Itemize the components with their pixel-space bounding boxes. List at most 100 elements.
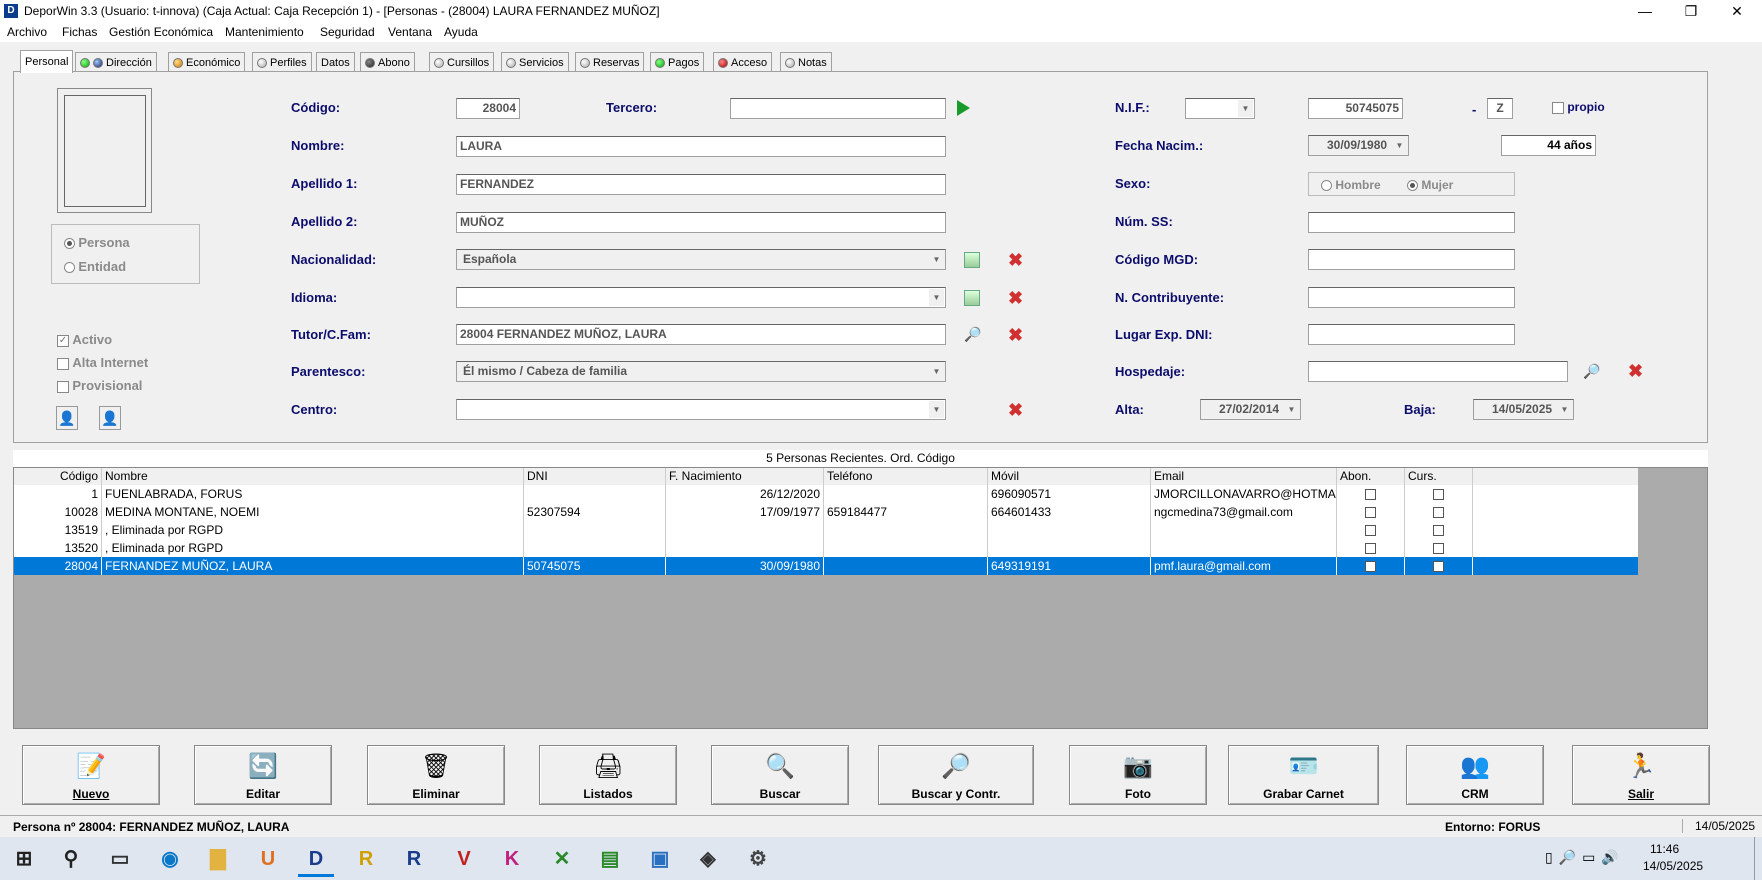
buscar-contr-button[interactable]: 🔎 Buscar y Contr. bbox=[878, 745, 1034, 805]
contribuyente-field[interactable] bbox=[1308, 287, 1515, 308]
hospedaje-field[interactable] bbox=[1308, 361, 1568, 382]
activo-checkbox[interactable]: ✓ bbox=[57, 334, 69, 347]
nombre-field[interactable]: LAURA bbox=[456, 136, 946, 157]
tab-reservas[interactable]: Reservas bbox=[575, 52, 645, 72]
table-row[interactable]: 10028 MEDINA MONTANE, NOEMI 52307594 17/09/… bbox=[14, 503, 1638, 521]
tutor-field[interactable]: 28004 FERNANDEZ MUÑOZ, LAURA bbox=[456, 324, 946, 345]
tab-acceso[interactable]: Acceso bbox=[713, 52, 773, 72]
edge-icon[interactable]: ◉ bbox=[152, 841, 188, 877]
grabar-carnet-button[interactable]: 🪪 Grabar Carnet bbox=[1228, 745, 1379, 805]
table-row[interactable]: 28004 FERNANDEZ MUÑOZ, LAURA 50745075 30/09… bbox=[14, 557, 1638, 575]
table-row[interactable]: 13519, Eliminada por RGPD bbox=[14, 521, 1638, 539]
tab-economico[interactable]: Económico bbox=[168, 52, 246, 72]
v-app-icon[interactable]: V bbox=[446, 841, 482, 877]
menu-gestion-economica[interactable]: Gestión Económica bbox=[109, 25, 213, 39]
menu-archivo[interactable]: Archivo bbox=[7, 25, 47, 39]
column-header[interactable]: Móvil bbox=[988, 468, 1151, 485]
person-icon-button[interactable]: 👤 bbox=[56, 406, 78, 430]
tab-perfiles[interactable]: Perfiles bbox=[252, 52, 312, 72]
baja-date-picker[interactable]: 14/05/2025 ▼ bbox=[1473, 399, 1574, 420]
tab-datos[interactable]: Datos bbox=[316, 52, 355, 72]
numss-field[interactable] bbox=[1308, 212, 1515, 233]
persona-option[interactable]: Persona bbox=[64, 235, 130, 250]
table-row[interactable]: 1 FUENLABRADA, FORUS 26/12/2020 696090571 JM… bbox=[14, 485, 1638, 503]
curs-checkbox[interactable] bbox=[1433, 543, 1444, 555]
nif-field[interactable]: 50745075 bbox=[1308, 98, 1403, 119]
curs-checkbox[interactable] bbox=[1433, 507, 1444, 519]
column-header[interactable]: Teléfono bbox=[824, 468, 988, 485]
close-button[interactable]: ✕ bbox=[1714, 0, 1760, 22]
search-icon[interactable]: ⚲ bbox=[53, 841, 89, 877]
column-header[interactable]: Código bbox=[14, 468, 102, 485]
column-header[interactable]: Nombre bbox=[102, 468, 524, 485]
entidad-radio[interactable] bbox=[64, 262, 75, 274]
search-icon[interactable]: 🔎 bbox=[1583, 363, 1600, 379]
k-app-icon[interactable]: K bbox=[494, 841, 530, 877]
crm-button[interactable]: 👥 CRM bbox=[1406, 745, 1544, 805]
photo-frame[interactable] bbox=[57, 88, 152, 213]
abon-checkbox[interactable] bbox=[1365, 489, 1376, 501]
clear-tutor-icon[interactable]: ✖ bbox=[1008, 326, 1023, 344]
eliminar-button[interactable]: 🗑 Eliminar bbox=[367, 745, 505, 805]
provisional-option[interactable]: Provisional bbox=[57, 378, 142, 393]
terminal-icon[interactable]: ▭ bbox=[102, 841, 138, 877]
clear-hospedaje-icon[interactable]: ✖ bbox=[1628, 362, 1643, 380]
curs-checkbox[interactable] bbox=[1433, 525, 1444, 537]
tools-app-icon[interactable]: ✕ bbox=[544, 841, 580, 877]
alta-internet-checkbox[interactable] bbox=[57, 357, 69, 370]
tab-direccion[interactable]: Dirección bbox=[75, 52, 157, 72]
file-explorer-icon[interactable]: ▇ bbox=[200, 841, 236, 877]
abon-checkbox[interactable] bbox=[1365, 543, 1376, 555]
tab-pagos[interactable]: Pagos bbox=[650, 52, 705, 72]
lugar-exp-field[interactable] bbox=[1308, 324, 1515, 345]
settings-gear-icon[interactable]: ⚙ bbox=[740, 841, 776, 877]
ux-app-icon[interactable]: U bbox=[250, 841, 286, 877]
system-tray-icons[interactable]: ▯🔎▭🔊 bbox=[1545, 849, 1625, 866]
abon-checkbox[interactable] bbox=[1365, 507, 1376, 519]
clear-idioma-icon[interactable]: ✖ bbox=[1008, 289, 1023, 307]
listados-button[interactable]: 🖨 Listados bbox=[539, 745, 677, 805]
tab-personal[interactable]: Personal bbox=[20, 50, 74, 73]
mujer-option[interactable]: Mujer bbox=[1407, 178, 1453, 192]
window-app-icon[interactable]: ▣ bbox=[642, 841, 678, 877]
propio-checkbox[interactable] bbox=[1552, 101, 1564, 114]
windows-start-icon[interactable]: ⊞ bbox=[6, 841, 42, 877]
buscar-button[interactable]: 🔍 Buscar bbox=[711, 745, 849, 805]
tab-abono[interactable]: Abono bbox=[360, 52, 415, 72]
nacionalidad-select[interactable]: Española ▼ bbox=[456, 249, 946, 270]
salir-button[interactable]: 🏃 Salir bbox=[1572, 745, 1710, 805]
abon-checkbox[interactable] bbox=[1365, 561, 1376, 573]
apellido2-field[interactable]: MUÑOZ bbox=[456, 212, 946, 233]
activo-option[interactable]: ✓ Activo bbox=[57, 332, 112, 347]
column-header[interactable]: Email bbox=[1151, 468, 1337, 485]
deporwin-taskbar-icon[interactable]: D bbox=[298, 841, 334, 877]
menu-ayuda[interactable]: Ayuda bbox=[444, 25, 478, 39]
column-header[interactable]: Curs. bbox=[1405, 468, 1473, 485]
nuevo-button[interactable]: 📝 Nuevo bbox=[22, 745, 160, 805]
grid-icon[interactable] bbox=[964, 252, 980, 268]
abon-checkbox[interactable] bbox=[1365, 525, 1376, 537]
tab-cursillos[interactable]: Cursillos bbox=[429, 52, 495, 72]
cube-app-icon[interactable]: ◈ bbox=[690, 841, 726, 877]
column-header[interactable]: F. Nacimiento bbox=[666, 468, 824, 485]
tab-notas[interactable]: Notas bbox=[780, 52, 832, 72]
nif-type-select[interactable]: ▼ bbox=[1185, 98, 1255, 119]
r-blue-app-icon[interactable]: R bbox=[396, 841, 432, 877]
search-icon[interactable]: 🔎 bbox=[964, 326, 981, 342]
persona-radio[interactable] bbox=[64, 238, 75, 250]
propio-option[interactable]: propio bbox=[1552, 100, 1605, 114]
tab-servicios[interactable]: Servicios bbox=[501, 52, 569, 72]
menu-seguridad[interactable]: Seguridad bbox=[320, 25, 375, 39]
fecha-nac-picker[interactable]: 30/09/1980 ▼ bbox=[1308, 135, 1409, 156]
provisional-checkbox[interactable] bbox=[57, 380, 69, 393]
go-arrow-icon[interactable] bbox=[957, 100, 970, 116]
clear-nacionalidad-icon[interactable]: ✖ bbox=[1008, 251, 1023, 269]
table-row[interactable]: 13520, Eliminada por RGPD bbox=[14, 539, 1638, 557]
mgd-field[interactable] bbox=[1308, 249, 1515, 270]
foto-button[interactable]: 📷 Foto bbox=[1069, 745, 1207, 805]
chart-app-icon[interactable]: ▤ bbox=[592, 841, 628, 877]
column-header[interactable]: DNI bbox=[524, 468, 666, 485]
hombre-radio[interactable] bbox=[1321, 180, 1332, 192]
tercero-field[interactable] bbox=[730, 98, 946, 119]
curs-checkbox[interactable] bbox=[1433, 561, 1444, 573]
